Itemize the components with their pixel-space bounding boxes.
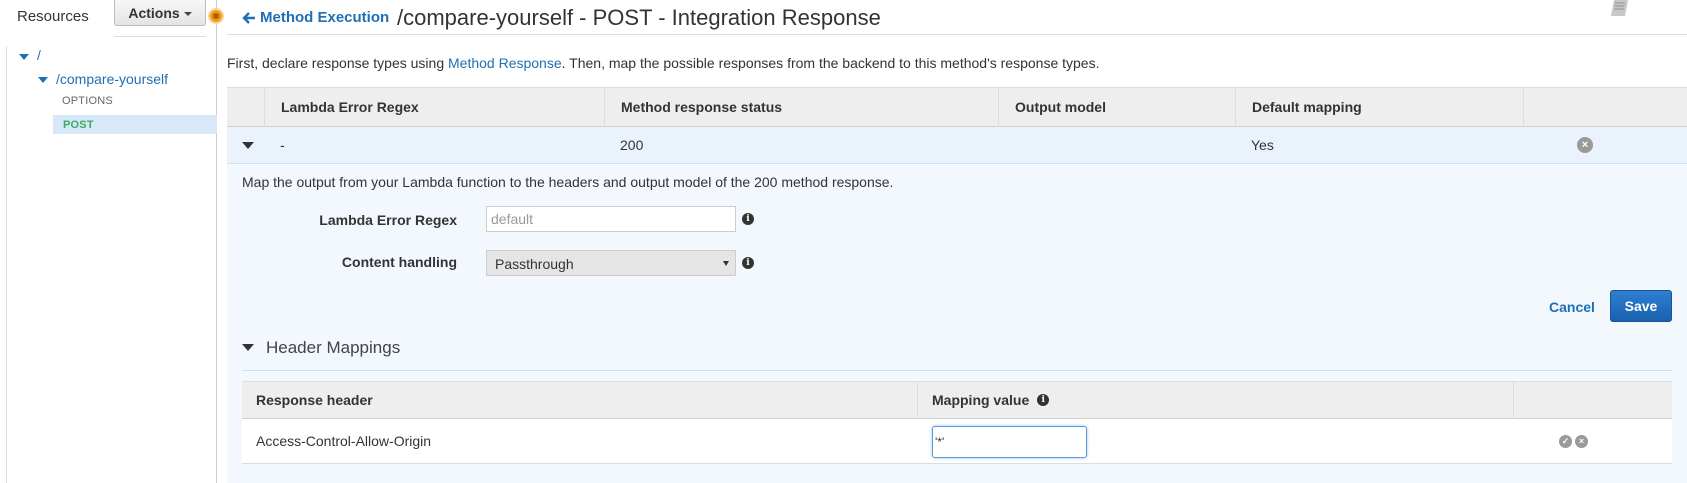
- intro-text-part1: First, declare response types using: [227, 55, 448, 71]
- caret-down-icon: [183, 11, 192, 16]
- mapping-value-input[interactable]: [932, 426, 1087, 458]
- resources-label: Resources: [17, 8, 89, 25]
- sidebar-resize-handle[interactable]: [208, 8, 224, 24]
- remove-response-icon[interactable]: ×: [1577, 137, 1593, 153]
- intro-text: First, declare response types using Meth…: [227, 55, 1099, 71]
- column-header-method-response-status: Method response status: [604, 88, 998, 127]
- method-response-link[interactable]: Method Response: [448, 55, 562, 71]
- select-caret-icon: [723, 261, 729, 266]
- method-execution-back-link[interactable]: Method Execution: [242, 9, 389, 26]
- tree-item-root[interactable]: /: [37, 47, 41, 63]
- cancel-button[interactable]: Cancel: [1549, 299, 1595, 315]
- column-header-default-mapping: Default mapping: [1235, 88, 1523, 127]
- content-handling-select[interactable]: Passthrough: [486, 250, 736, 276]
- info-icon[interactable]: i: [742, 257, 754, 269]
- column-header-actions: [1523, 88, 1687, 127]
- header-divider: [227, 34, 1687, 35]
- resize-dot-icon: [213, 13, 219, 19]
- tree-collapse-icon[interactable]: [19, 54, 29, 60]
- column-header-lambda-error-regex: Lambda Error Regex: [264, 88, 604, 127]
- sidebar-right-divider: [216, 0, 217, 483]
- sidebar-left-divider: [6, 46, 7, 483]
- content-handling-value: Passthrough: [495, 256, 574, 272]
- remove-mapping-icon[interactable]: ×: [1575, 435, 1588, 448]
- content-handling-label: Content handling: [341, 254, 457, 270]
- sidebar-top-divider: [114, 36, 206, 37]
- actions-label: Actions: [128, 4, 180, 21]
- table-row: Access-Control-Allow-Origin ✓ ×: [242, 419, 1672, 464]
- back-link-label: Method Execution: [260, 9, 390, 26]
- lambda-error-regex-input[interactable]: [486, 206, 736, 232]
- tree-item-compare-yourself[interactable]: /compare-yourself: [56, 71, 168, 87]
- intro-text-part2: . Then, map the possible responses from …: [561, 55, 1100, 71]
- collapse-row-icon[interactable]: [242, 142, 254, 149]
- tree-method-options[interactable]: OPTIONS: [62, 95, 113, 107]
- book-icon[interactable]: [1610, 0, 1630, 18]
- save-button[interactable]: Save: [1610, 290, 1672, 322]
- info-icon[interactable]: i: [742, 213, 754, 225]
- integration-responses-table-header: Lambda Error Regex Method response statu…: [227, 87, 1687, 127]
- resources-sidebar: Resources Actions / /compare-yourself OP…: [0, 0, 217, 483]
- info-icon[interactable]: i: [1037, 394, 1050, 406]
- row-output-model: [998, 127, 1014, 163]
- column-header-mapping-value: Mapping value i: [917, 382, 1513, 419]
- lambda-error-regex-label: Lambda Error Regex: [319, 212, 457, 228]
- header-mappings-table-header: Response header Mapping value i: [242, 381, 1672, 419]
- tree-method-post[interactable]: POST: [53, 115, 217, 134]
- actions-dropdown-button[interactable]: Actions: [114, 0, 206, 26]
- arrow-left-icon: [242, 11, 255, 24]
- column-header-row-actions: [1513, 382, 1672, 419]
- response-header-name: Access-Control-Allow-Origin: [256, 433, 432, 449]
- integration-response-detail: Map the output from your Lambda function…: [227, 164, 1687, 483]
- header-mappings-collapse-icon[interactable]: [242, 344, 254, 351]
- detail-description: Map the output from your Lambda function…: [242, 174, 894, 190]
- row-lambda-error-regex: -: [280, 137, 285, 153]
- column-header-output-model: Output model: [998, 88, 1235, 127]
- tree-collapse-icon[interactable]: [38, 77, 48, 83]
- row-method-response-status: 200: [620, 137, 644, 153]
- page-title: /compare-yourself - POST - Integration R…: [397, 5, 881, 30]
- table-row[interactable]: - 200 Yes ×: [227, 127, 1687, 164]
- header-mappings-divider: [242, 370, 1672, 371]
- confirm-check-icon[interactable]: ✓: [1559, 435, 1572, 448]
- mapping-value-label: Mapping value: [932, 392, 1030, 408]
- row-default-mapping: Yes: [1251, 137, 1274, 153]
- header-mappings-title[interactable]: Header Mappings: [266, 338, 400, 358]
- column-header-response-header: Response header: [256, 392, 373, 408]
